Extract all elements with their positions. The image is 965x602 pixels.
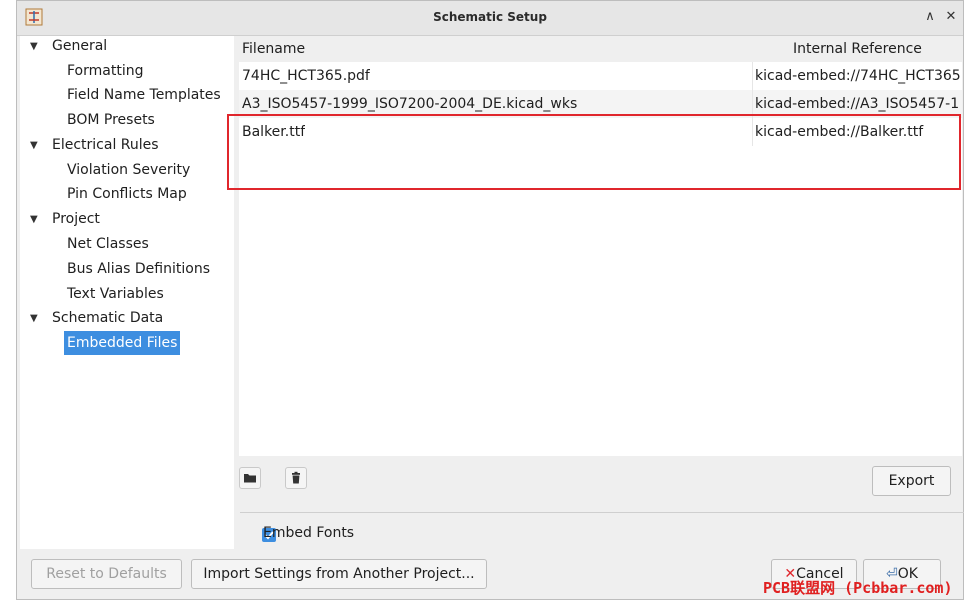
column-header-internal-reference[interactable]: Internal Reference (793, 41, 922, 57)
expand-arrow-icon[interactable]: ▼ (30, 214, 38, 225)
filename-cell: A3_ISO5457-1999_ISO7200-2004_DE.kicad_wk… (242, 96, 578, 112)
tree-item-pin-conflicts-map[interactable]: Pin Conflicts Map (67, 182, 187, 206)
tree-item-project[interactable]: Project (52, 207, 100, 231)
tree-item-net-classes[interactable]: Net Classes (67, 232, 149, 256)
reference-cell: kicad-embed://A3_ISO5457-1 (755, 96, 960, 112)
reset-to-defaults-button[interactable]: Reset to Defaults (31, 559, 182, 589)
filename-cell: 74HC_HCT365.pdf (242, 68, 370, 84)
expand-arrow-icon[interactable]: ▼ (30, 140, 38, 151)
folder-icon (244, 474, 256, 483)
tree-item-bom-presets[interactable]: BOM Presets (67, 108, 155, 132)
trash-icon (292, 471, 300, 484)
separator (240, 512, 964, 513)
table-row[interactable]: 74HC_HCT365.pdf kicad-embed://74HC_HCT36… (239, 62, 962, 90)
tree-item-electrical-rules[interactable]: Electrical Rules (52, 133, 159, 157)
window-title: Schematic Setup (433, 10, 547, 24)
tree-item-field-name-templates[interactable]: Field Name Templates (67, 83, 221, 107)
reference-cell: kicad-embed://74HC_HCT365 (755, 68, 961, 84)
embed-fonts-label[interactable]: Embed Fonts (263, 525, 354, 541)
column-header-filename[interactable]: Filename (242, 41, 305, 57)
tree-item-embedded-files[interactable]: Embedded Files (64, 331, 181, 355)
minimize-button[interactable]: ∧ (920, 7, 940, 27)
tree-item-text-variables[interactable]: Text Variables (67, 282, 164, 306)
add-file-button[interactable] (239, 467, 261, 489)
schematic-setup-dialog: Schematic Setup ∧ ✕ ▼ General Formatting… (16, 0, 964, 600)
tree-item-violation-severity[interactable]: Violation Severity (67, 158, 190, 182)
delete-file-button[interactable] (285, 467, 307, 489)
close-button[interactable]: ✕ (941, 7, 961, 27)
embedded-files-table: Filename Internal Reference 74HC_HCT365.… (239, 36, 962, 456)
settings-tree: ▼ General Formatting Field Name Template… (20, 36, 234, 549)
tree-item-schematic-data[interactable]: Schematic Data (52, 306, 163, 330)
tree-item-general[interactable]: General (52, 34, 107, 58)
export-button[interactable]: Export (872, 466, 951, 496)
highlight-annotation (227, 114, 961, 190)
expand-arrow-icon[interactable]: ▼ (30, 313, 38, 324)
table-header: Filename Internal Reference (239, 36, 962, 62)
import-settings-button[interactable]: Import Settings from Another Project... (191, 559, 487, 589)
title-bar: Schematic Setup ∧ ✕ (17, 1, 963, 36)
tree-item-formatting[interactable]: Formatting (67, 59, 143, 83)
tree-item-bus-alias-definitions[interactable]: Bus Alias Definitions (67, 257, 210, 281)
expand-arrow-icon[interactable]: ▼ (30, 41, 38, 52)
watermark: PCB联盟网 (Pcbbar.com) (763, 579, 953, 597)
